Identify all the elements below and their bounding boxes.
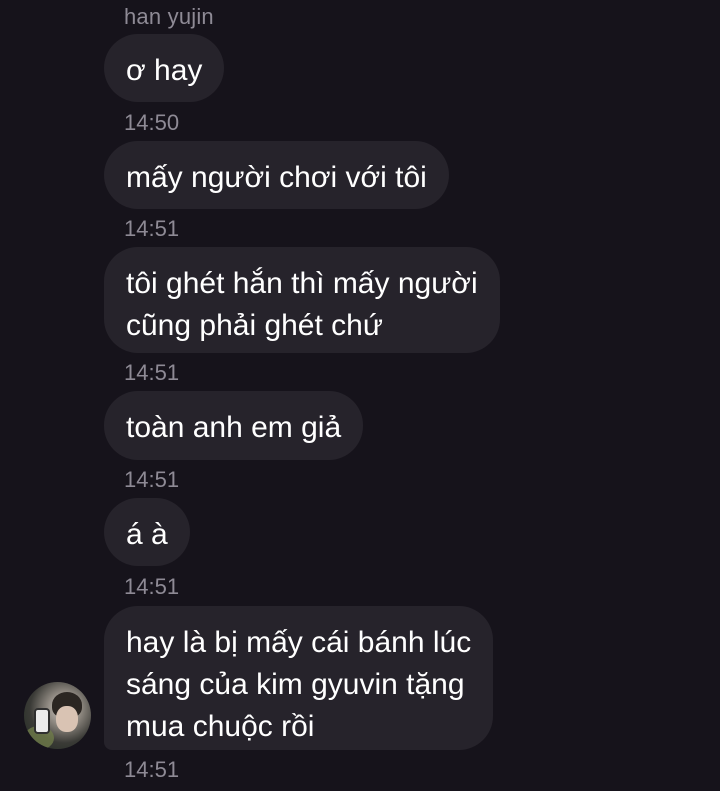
message-text-line: cũng phải ghét chứ [126, 309, 383, 342]
message-bubble[interactable]: á à [104, 498, 190, 566]
message-text-line: tôi ghét hắn thì mấy người [126, 267, 478, 300]
sender-avatar[interactable] [24, 682, 91, 749]
message-text: mấy người chơi với tôi [126, 161, 427, 194]
message-timestamp: 14:51 [124, 574, 180, 599]
message-text: ơ hay [126, 54, 203, 87]
message-text: á à [126, 518, 168, 551]
message-bubble[interactable]: mấy người chơi với tôi [104, 141, 449, 209]
message-timestamp: 14:51 [124, 467, 180, 492]
message-timestamp: 14:51 [124, 757, 180, 782]
message-timestamp: 14:51 [124, 360, 180, 385]
message-bubble[interactable]: toàn anh em giả [104, 391, 364, 460]
message-text-line: mua chuộc rồi [126, 710, 315, 743]
message-text-line: hay là bị mấy cái bánh lúc [126, 626, 472, 659]
message-timestamp: 14:51 [124, 216, 180, 241]
message-bubble[interactable]: tôi ghét hắn thì mấy người cũng phải ghé… [104, 247, 500, 353]
message-text: toàn anh em giả [126, 411, 342, 444]
message-bubble[interactable]: ơ hay [104, 34, 225, 102]
message-text-line: sáng của kim gyuvin tặng [126, 668, 465, 701]
sender-name: han yujin [124, 4, 214, 29]
avatar-phone [34, 708, 50, 734]
message-bubble[interactable]: hay là bị mấy cái bánh lúc sáng của kim … [104, 606, 494, 750]
avatar-face [56, 706, 78, 732]
message-timestamp: 14:50 [124, 110, 180, 135]
